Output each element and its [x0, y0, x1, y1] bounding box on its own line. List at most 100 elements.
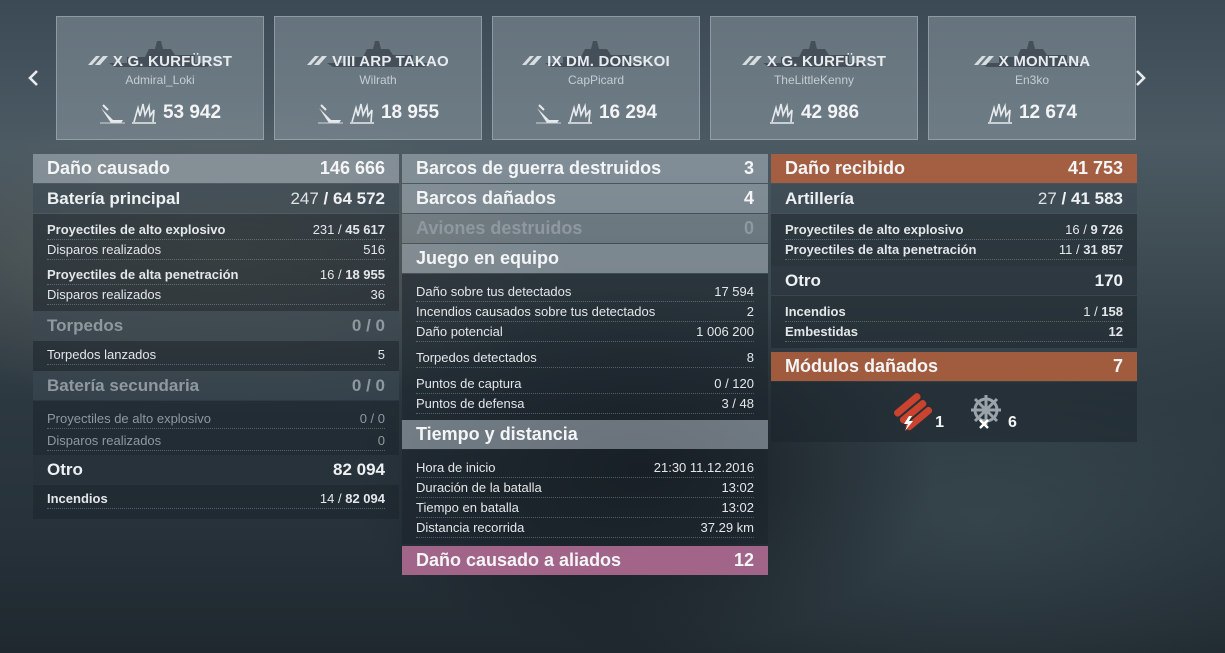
stat-value: 17 594: [714, 284, 754, 299]
stat-row: Proyectiles de alta penetración 16 / 18 9…: [47, 265, 385, 285]
player-name: CapPicard: [567, 73, 625, 87]
damage-caused-panel: Daño causado 146 666 Batería principal 2…: [33, 154, 399, 519]
teamplay-header: Juego en equipo: [402, 244, 768, 273]
stat-hits: 16: [1065, 222, 1080, 237]
stat-damage: 0: [377, 411, 385, 426]
ship-tier: X: [766, 53, 778, 70]
stat-label: Disparos realizados: [47, 433, 162, 448]
stat-value: 2: [746, 304, 754, 319]
torpedoes-header: Torpedos 0 / 0: [33, 311, 399, 340]
stat-label: Hora de inicio: [416, 460, 496, 475]
stat-row: Daño potencial 1 006 200: [416, 322, 754, 342]
stat-damage: 45 617: [345, 222, 385, 237]
stat-hits: 11: [1058, 242, 1073, 257]
artillery-damage: 41 583: [1071, 188, 1123, 208]
player-name: Admiral_Loki: [125, 73, 195, 87]
stat-label: Incendios causados sobre tus detectados: [416, 304, 656, 319]
stat-label: Torpedos detectados: [416, 350, 537, 365]
stat-label: Embestidas: [785, 324, 858, 339]
stat-damage: 9 726: [1090, 222, 1123, 237]
stat-row: Torpedos lanzados 5: [47, 345, 385, 365]
chevron-right-icon: [1136, 70, 1146, 86]
player-name: Wilrath: [359, 73, 397, 87]
stat-value: 36: [370, 287, 385, 302]
stat-row: Proyectiles de alta penetración 11 / 31 8…: [785, 240, 1123, 260]
chevron-left-icon: [28, 70, 38, 86]
stat-label: Incendios: [785, 304, 846, 319]
ship-tier: IX: [547, 53, 562, 70]
other-damage-value: 82 094: [333, 459, 385, 479]
received-other-header: Otro 170: [771, 266, 1137, 295]
nation-flag-icon: [973, 56, 994, 65]
stat-row: Incendios 1 / 158: [785, 302, 1123, 322]
received-other-label: Otro: [785, 270, 821, 290]
ship-tier: X: [998, 53, 1009, 70]
stat-value: 21:30 11.12.2016: [653, 460, 754, 475]
player-name: TheLittleKenny: [773, 73, 855, 87]
destroyed-ships-label: Barcos de guerra destruidos: [416, 158, 662, 178]
artillery-hits: 27: [1037, 188, 1057, 208]
stat-label: Tiempo en batalla: [416, 500, 519, 515]
ship-card[interactable]: X G. KURFÜRST TheLittleKenny 42 986: [710, 16, 918, 140]
ship-damage-value: 12 674: [1018, 102, 1078, 123]
stat-value: 516: [363, 242, 385, 257]
ship-damage-value: 53 942: [162, 102, 222, 123]
damage-burst-icon: [349, 102, 374, 124]
torpedoes-damage: 0: [375, 315, 385, 335]
stat-row: Proyectiles de alto explosivo 0 / 0: [47, 409, 385, 429]
stat-hits: 0: [359, 411, 367, 426]
previous-arrow-button[interactable]: [20, 64, 46, 92]
damaged-ships-label: Barcos dañados: [416, 188, 557, 208]
stat-damage: 31 857: [1083, 242, 1123, 257]
stat-row: Distancia recorrida 37.29 km: [416, 518, 754, 538]
artillery-label: Artillería: [785, 188, 854, 208]
stat-value: 0: [377, 433, 385, 448]
ship-card[interactable]: IX DM. DONSKOI CapPicard 16 294: [492, 16, 700, 140]
nation-flag-icon: [307, 56, 328, 65]
ship-sunk-icon: [317, 104, 343, 124]
stat-row: Hora de inicio 21:30 11.12.2016: [416, 458, 754, 478]
ship-tier: VIII: [332, 53, 356, 70]
damaged-modules-value: 7: [1112, 356, 1123, 376]
teamplay-label: Juego en equipo: [416, 248, 560, 268]
ship-card[interactable]: X G. KURFÜRST Admiral_Loki 53 942: [56, 16, 264, 140]
stat-row: Disparos realizados 36: [47, 285, 385, 305]
main-battery-label: Batería principal: [47, 188, 181, 208]
torpedoes-details: Torpedos lanzados 5: [33, 341, 399, 371]
ship-card[interactable]: X MONTANA En3ko 12 674: [928, 16, 1136, 140]
secondary-damage: 0: [375, 375, 385, 395]
damage-received-label: Daño recibido: [785, 158, 906, 178]
stat-label: Distancia recorrida: [416, 520, 525, 535]
damage-burst-icon: [131, 102, 156, 124]
stat-hits: 14: [319, 491, 335, 506]
received-other-details: Incendios 1 / 158 Embestidas 12: [771, 296, 1137, 348]
stat-value: 5: [377, 347, 385, 362]
ship-card[interactable]: VIII ARP TAKAO Wilrath 18 955: [274, 16, 482, 140]
stat-label: Proyectiles de alto explosivo: [785, 222, 964, 237]
other-damage-header: Otro 82 094: [33, 455, 399, 484]
stat-row: Incendios 14 / 82 094: [47, 489, 385, 509]
stat-label: Torpedos lanzados: [47, 347, 157, 362]
stat-row: Embestidas 12: [785, 322, 1123, 342]
allied-damage-label: Daño causado a aliados: [416, 550, 622, 570]
damage-received-header: Daño recibido 41 753: [771, 154, 1137, 183]
nation-flag-icon: [87, 56, 108, 65]
ship-damage-value: 42 986: [800, 102, 860, 123]
stat-damage: 18 955: [345, 267, 385, 282]
stat-row: Puntos de captura 0 / 120: [416, 374, 754, 394]
damage-received-panel: Daño recibido 41 753 Artillería 27 / 41 …: [771, 154, 1137, 442]
secondary-battery-label: Batería secundaria: [47, 375, 200, 395]
stat-value: 1 006 200: [696, 324, 754, 339]
damaged-modules-header: Módulos dañados 7: [771, 352, 1137, 381]
damaged-ships-header: Barcos dañados 4: [402, 184, 768, 213]
damage-burst-icon: [987, 102, 1012, 124]
stat-row: Daño sobre tus detectados 17 594: [416, 282, 754, 302]
stat-label: Puntos de captura: [416, 376, 522, 391]
ship-name: MONTANA: [1013, 53, 1091, 70]
stat-label: Daño sobre tus detectados: [416, 284, 572, 299]
ship-sunk-icon: [99, 104, 125, 124]
stat-row: Disparos realizados 516: [47, 240, 385, 260]
damage-burst-icon: [769, 102, 794, 124]
stat-value: 13:02: [721, 480, 754, 495]
secondary-hits: 0: [351, 375, 362, 395]
